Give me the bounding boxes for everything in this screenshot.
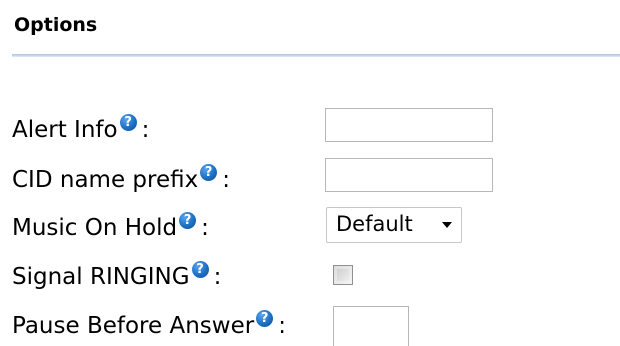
signal-ringing-row: Signal RINGING?: <box>12 255 612 295</box>
pause-before-answer-label-group: Pause Before Answer?: <box>12 310 286 340</box>
label-colon: : <box>213 264 222 290</box>
help-icon[interactable]: ? <box>256 310 274 327</box>
alert-info-input[interactable] <box>325 108 493 142</box>
signal-ringing-label-group: Signal RINGING?: <box>12 261 222 291</box>
help-icon[interactable]: ? <box>200 164 218 181</box>
signal-ringing-checkbox[interactable] <box>333 265 353 285</box>
cid-name-prefix-row: CID name prefix?: <box>12 158 612 198</box>
music-on-hold-row: Music On Hold?: <box>12 206 612 246</box>
label-colon: : <box>278 313 286 339</box>
label-colon: : <box>141 117 150 143</box>
pause-before-answer-input[interactable] <box>333 306 409 346</box>
music-on-hold-label: Music On Hold <box>12 215 178 241</box>
label-colon: : <box>222 167 230 193</box>
cid-name-prefix-label: CID name prefix <box>12 167 199 193</box>
caret-down-icon <box>442 222 452 228</box>
help-icon[interactable]: ? <box>191 261 209 278</box>
pause-before-answer-row: Pause Before Answer?: <box>12 304 612 344</box>
cid-name-prefix-input[interactable] <box>325 158 493 192</box>
alert-info-label-group: Alert Info?: <box>12 114 150 144</box>
music-on-hold-select[interactable]: Default <box>326 207 462 243</box>
section-divider <box>12 54 620 57</box>
label-colon: : <box>201 215 209 241</box>
signal-ringing-label: Signal RINGING <box>12 264 190 290</box>
help-icon[interactable]: ? <box>179 212 197 229</box>
alert-info-label: Alert Info <box>12 117 118 143</box>
music-on-hold-label-group: Music On Hold?: <box>12 212 209 242</box>
section-title: Options <box>14 14 98 36</box>
pause-before-answer-label: Pause Before Answer <box>12 313 255 339</box>
music-on-hold-selected-value: Default <box>336 212 413 236</box>
help-icon[interactable]: ? <box>119 114 137 131</box>
cid-name-prefix-label-group: CID name prefix?: <box>12 164 230 194</box>
alert-info-row: Alert Info?: <box>12 108 612 148</box>
